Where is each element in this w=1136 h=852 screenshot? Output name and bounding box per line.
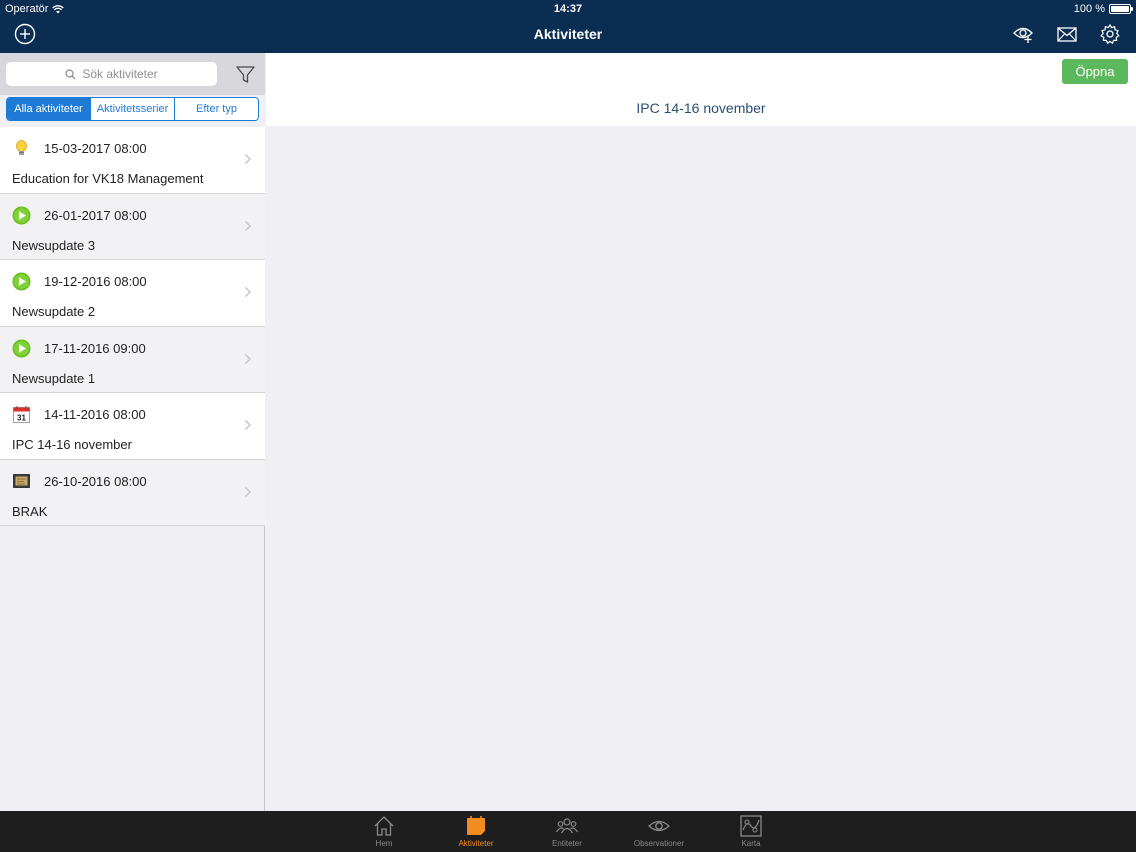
battery-label: 100 % xyxy=(1073,3,1105,15)
battery-icon xyxy=(1109,4,1133,14)
search-input[interactable]: Sök aktiviteter xyxy=(6,62,217,86)
detail-title: IPC 14-16 november xyxy=(636,100,766,116)
settings-gear-icon[interactable] xyxy=(1099,23,1121,45)
activity-list: 15-03-2017 08:00 Education for VK18 Mana… xyxy=(0,127,265,526)
battery-info: 100 % xyxy=(1073,3,1133,15)
board-icon xyxy=(13,473,30,488)
segment-activity-series[interactable]: Aktivitetsserier xyxy=(91,98,175,120)
tab-bar: Hem Aktiviteter Entiteter Observationer xyxy=(0,811,1136,852)
tab-label: Observationer xyxy=(633,839,685,848)
filter-icon[interactable] xyxy=(235,64,256,85)
search-placeholder: Sök aktiviteter xyxy=(82,67,158,81)
tab-label: Entiteter xyxy=(552,839,582,848)
page-title: Aktiviteter xyxy=(533,26,603,42)
calendar-day: 31 xyxy=(17,414,26,423)
detail-header: Öppna IPC 14-16 november xyxy=(266,53,1136,126)
tab-observationer[interactable]: Observationer xyxy=(624,814,694,848)
detail-pane: Öppna IPC 14-16 november xyxy=(266,53,1136,811)
calendar-icon: 31 xyxy=(13,406,30,423)
search-icon xyxy=(65,68,76,79)
list-item[interactable]: 31 14-11-2016 08:00 IPC 14-16 november xyxy=(0,393,265,460)
segment-row: Alla aktiviteter Aktivitetsserier Efter … xyxy=(0,95,265,127)
tab-aktiviteter[interactable]: Aktiviteter xyxy=(441,814,511,848)
activity-date: 26-10-2016 08:00 xyxy=(44,473,147,489)
segmented-control: Alla aktiviteter Aktivitetsserier Efter … xyxy=(6,97,259,121)
chevron-right-icon xyxy=(244,286,252,298)
status-bar: Operatör 14:37 100 % xyxy=(0,0,1136,17)
activity-title: BRAK xyxy=(12,503,48,519)
chevron-right-icon xyxy=(244,486,252,497)
tab-entiteter[interactable]: Entiteter xyxy=(532,814,602,848)
chevron-right-icon xyxy=(244,419,252,431)
calendar-tab-icon xyxy=(467,816,485,835)
tab-hem[interactable]: Hem xyxy=(349,814,419,848)
lightbulb-icon xyxy=(16,140,27,155)
tab-karta[interactable]: Karta xyxy=(716,814,786,848)
chevron-right-icon xyxy=(244,220,252,231)
segment-by-type[interactable]: Efter typ xyxy=(175,98,258,120)
people-icon xyxy=(556,818,578,834)
open-button[interactable]: Öppna xyxy=(1062,59,1128,84)
activity-date: 26-01-2017 08:00 xyxy=(44,207,147,223)
search-bar: Sök aktiviteter xyxy=(0,53,265,95)
tab-label: Karta xyxy=(741,839,761,848)
mail-icon[interactable] xyxy=(1056,23,1078,45)
segment-all-activities[interactable]: Alla aktiviteter xyxy=(7,98,91,120)
map-icon xyxy=(740,815,762,837)
list-item[interactable]: 19-12-2016 08:00 Newsupdate 2 xyxy=(0,260,265,327)
chevron-right-icon xyxy=(244,353,252,364)
play-icon xyxy=(12,272,31,291)
play-icon xyxy=(12,206,31,224)
activity-title: IPC 14-16 november xyxy=(12,437,132,452)
activity-title: Newsupdate 3 xyxy=(12,237,96,253)
chevron-right-icon xyxy=(244,153,252,165)
activity-date: 15-03-2017 08:00 xyxy=(44,141,147,156)
activity-date: 14-11-2016 08:00 xyxy=(44,407,146,422)
list-item[interactable]: 26-01-2017 08:00 Newsupdate 3 xyxy=(0,193,265,260)
eye-icon xyxy=(648,820,670,832)
activity-list-pane: Sök aktiviteter Alla aktiviteter Aktivit… xyxy=(0,53,265,811)
list-item[interactable]: 26-10-2016 08:00 BRAK xyxy=(0,459,265,526)
activity-date: 17-11-2016 09:00 xyxy=(44,340,146,356)
status-time: 14:37 xyxy=(553,3,583,15)
home-icon xyxy=(374,816,394,836)
activity-title: Newsupdate 1 xyxy=(12,370,96,386)
activity-date: 19-12-2016 08:00 xyxy=(44,274,147,289)
play-icon xyxy=(12,339,31,357)
activity-title: Education for VK18 Management xyxy=(12,171,204,186)
tab-label: Hem xyxy=(375,839,393,848)
eye-plus-icon[interactable] xyxy=(1012,23,1034,45)
activity-title: Newsupdate 2 xyxy=(12,304,96,319)
navigation-bar: Operatör 14:37 100 % Aktiviteter xyxy=(0,0,1136,53)
list-item[interactable]: 15-03-2017 08:00 Education for VK18 Mana… xyxy=(0,127,265,194)
list-item[interactable]: 17-11-2016 09:00 Newsupdate 1 xyxy=(0,326,265,393)
tab-label: Aktiviteter xyxy=(458,839,494,848)
